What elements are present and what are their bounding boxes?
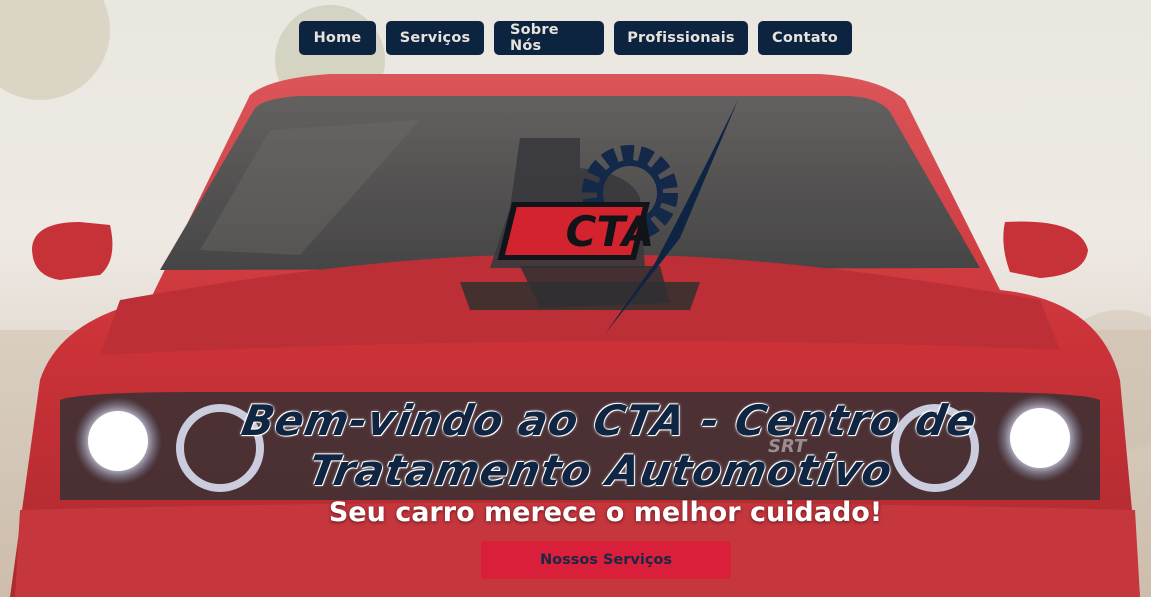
hero-subtitle: Seu carro merece o melhor cuidado! — [328, 497, 883, 528]
cta-logo: CTA — [490, 100, 738, 334]
logo-text: CTA — [566, 207, 655, 256]
nav-item-sobre-nos[interactable]: Sobre Nós — [494, 21, 604, 55]
car-badge: SRT — [768, 436, 807, 457]
nav-item-contato[interactable]: Contato — [758, 21, 852, 55]
hero-section: Home Serviços Sobre Nós Profissionais Co… — [0, 0, 1151, 597]
hero-title: Bem-vindo ao CTA - Centro de Tratamento … — [238, 396, 981, 495]
nav-item-profissionais[interactable]: Profissionais — [614, 21, 748, 55]
nossos-servicos-button[interactable]: Nossos Serviços — [481, 541, 731, 579]
nav-item-servicos[interactable]: Serviços — [386, 21, 484, 55]
nav-item-home[interactable]: Home — [299, 21, 376, 55]
main-nav: Home Serviços Sobre Nós Profissionais Co… — [0, 21, 1151, 55]
